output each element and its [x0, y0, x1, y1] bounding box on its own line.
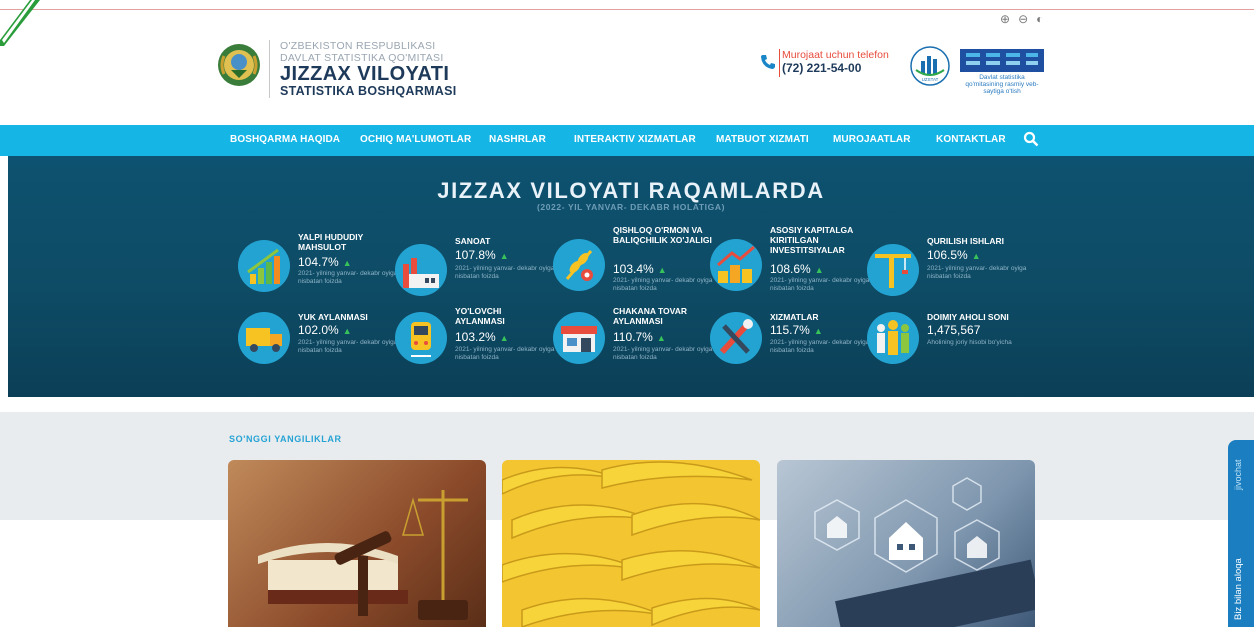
stat-value: 108.6% ▲	[770, 262, 824, 276]
stat-card[interactable]: YUK AYLANMASI 102.0% ▲ 2021- yilning yanv…	[238, 312, 398, 374]
stat-card[interactable]: YO'LOVCHI AYLANMASI 103.2% ▲ 2021- yilnin…	[395, 306, 555, 368]
stat-value: 102.0% ▲	[298, 323, 352, 337]
site-subtitle: STATISTIKA BOSHQARMASI	[280, 84, 457, 98]
stat-note: 2021- yilning yanvar- dekabr oyiga nisba…	[927, 265, 1027, 280]
phone-number[interactable]: (72) 221-54-00	[782, 61, 861, 75]
stat-note: 2021- yilning yanvar- dekabr oyiga nisba…	[455, 265, 555, 280]
zoom-in-icon[interactable]: ⊕	[1000, 12, 1010, 26]
site-header: O'ZBEKISTON RESPUBLIKASI DAVLAT STATISTI…	[216, 30, 1066, 120]
bananas-image	[502, 461, 760, 627]
stat-title: QISHLOQ O'RMON VA BALIQCHILIK XO'JALIGI	[613, 225, 712, 245]
jivochat-label[interactable]: jivochat	[1233, 459, 1243, 490]
news-card-bananas[interactable]	[502, 460, 760, 627]
tools-icon	[710, 312, 762, 364]
stat-title: SANOAT	[455, 236, 491, 246]
stat-value: 106.5% ▲	[927, 248, 981, 262]
stat-note: 2021- yilning yanvar- dekabr oyiga nisba…	[298, 339, 398, 354]
svg-text:UZSTAT: UZSTAT	[922, 77, 939, 82]
people-icon	[867, 312, 919, 364]
stats-title: JIZZAX VILOYATI RAQAMLARDA	[437, 178, 825, 203]
nav-item-interactive-services[interactable]: INTERAKTIV XIZMATLAR	[574, 134, 696, 145]
phone-icon	[761, 55, 775, 69]
phone-label: Murojaat uchun telefon	[782, 49, 889, 61]
nav-item-about[interactable]: BOSHQARMA HAQIDA	[230, 134, 340, 145]
stat-note: 2021- yilning yanvar- dekabr oyiga nisba…	[298, 270, 398, 285]
header-divider	[269, 40, 270, 98]
nav-item-contacts[interactable]: KONTAKTLAR	[936, 134, 1006, 145]
stat-title: ASOSIY KAPITALGA KIRITILGAN INVESTITSIYA…	[770, 225, 853, 255]
stat-title: YUK AYLANMASI	[298, 312, 368, 322]
stat-title: QURILISH ISHLARI	[927, 236, 1004, 246]
train-icon	[395, 312, 447, 364]
nav-item-publications[interactable]: NASHRLAR	[489, 134, 546, 145]
stat-card[interactable]: ASOSIY KAPITALGA KIRITILGAN INVESTITSIYA…	[710, 225, 870, 292]
nav-item-press[interactable]: MATBUOT XIZMATI	[716, 134, 809, 145]
stat-value: 104.7% ▲	[298, 255, 352, 269]
stat-value: 1,475,567	[927, 323, 981, 337]
truck-icon	[238, 312, 290, 364]
factory-icon	[395, 244, 447, 296]
stat-card[interactable]: YALPI HUDUDIY MAHSULOT 104.7% ▲ 2021- yil…	[238, 232, 398, 294]
stat-title: CHAKANA TOVAR AYLANMASI	[613, 306, 687, 326]
stats-banner: JIZZAX VILOYATI RAQAMLARDA (2022- YIL YA…	[8, 156, 1254, 397]
stat-value: 103.2% ▲	[455, 330, 509, 344]
stat-value: 115.7% ▲	[770, 323, 823, 337]
stat-value: 110.7% ▲	[613, 330, 666, 344]
shop-icon	[553, 312, 605, 364]
stat-title: XIZMATLAR	[770, 312, 819, 322]
stat-note: Aholining joriy hisobi bo'yicha	[927, 339, 1012, 346]
stat-value: 103.4% ▲	[613, 262, 667, 276]
stat-note: 2021- yilning yanvar- dekabr oyiga nisba…	[770, 277, 870, 292]
stat-title: YALPI HUDUDIY MAHSULOT	[298, 232, 364, 252]
nav-item-open-data[interactable]: OCHIQ MA'LUMOTLAR	[360, 134, 471, 145]
nav-item-appeals[interactable]: MUROJAATLAR	[833, 134, 911, 145]
stat-card[interactable]: XIZMATLAR 115.7% ▲ 2021- yilning yanvar- …	[710, 312, 870, 374]
stat-card[interactable]: CHAKANA TOVAR AYLANMASI 110.7% ▲ 2021- yi…	[553, 306, 713, 368]
state-emblem-icon[interactable]	[216, 42, 262, 88]
phone-divider	[779, 49, 780, 77]
top-divider	[0, 9, 1254, 10]
smart-home-image	[814, 477, 1035, 627]
stat-note: 2021- yilning yanvar- dekabr oyiga nisba…	[455, 346, 555, 361]
stat-card[interactable]: QISHLOQ O'RMON VA BALIQCHILIK XO'JALIGI …	[553, 225, 713, 292]
investment-chart-icon	[710, 239, 762, 291]
contrast-icon[interactable]: ◐	[1036, 12, 1043, 26]
accessibility-tools: ⊕ ⊖ ◐	[1000, 12, 1043, 26]
flag-corner-icon	[0, 0, 40, 46]
stat-card[interactable]: DOIMIY AHOLI SONI 1,475,567 Aholining jo…	[867, 312, 1027, 374]
feedback-widget[interactable]: jivochat Biz bilan aloqa	[1228, 440, 1254, 627]
stat-title: YO'LOVCHI AYLANMASI	[455, 306, 505, 326]
stat-title: DOIMIY AHOLI SONI	[927, 312, 1009, 322]
page: ⊕ ⊖ ◐ O'ZBEKISTON RESPUBLIKASI DAVLAT ST…	[0, 0, 1254, 627]
news-card-smart-home[interactable]	[777, 460, 1035, 627]
official-site-caption[interactable]: Davlat statistika qo'mitasining rasmiy v…	[960, 74, 1044, 95]
stat-card[interactable]: SANOAT 107.8% ▲ 2021- yilning yanvar- dek…	[395, 236, 555, 298]
main-nav: BOSHQARMA HAQIDA OCHIQ MA'LUMOTLAR NASHR…	[0, 125, 1254, 156]
stat-note: 2021- yilning yanvar- dekabr oyiga nisba…	[613, 277, 713, 292]
org-name: O'ZBEKISTON RESPUBLIKASI DAVLAT STATISTI…	[280, 40, 444, 64]
stat-note: 2021- yilning yanvar- dekabr oyiga nisba…	[770, 339, 870, 354]
site-title[interactable]: JIZZAX VILOYATI	[280, 63, 449, 86]
wheat-gear-icon	[553, 239, 605, 291]
law-books-image	[258, 490, 468, 620]
stat-note: 2021- yilning yanvar- dekabr oyiga nisba…	[613, 346, 713, 361]
search-icon[interactable]	[1023, 131, 1039, 147]
stats-subtitle: (2022- YIL YANVAR- DEKABR HOLATIGA)	[536, 202, 726, 212]
feedback-label[interactable]: Biz bilan aloqa	[1233, 558, 1244, 620]
zoom-out-icon[interactable]: ⊖	[1018, 12, 1028, 26]
crane-icon	[867, 244, 919, 296]
news-card-law[interactable]	[228, 460, 486, 627]
chart-bars-icon	[238, 240, 290, 292]
stat-value: 107.8% ▲	[455, 248, 509, 262]
org-line-1: O'ZBEKISTON RESPUBLIKASI	[280, 40, 436, 52]
stat-card[interactable]: QURILISH ISHLARI 106.5% ▲ 2021- yilning y…	[867, 236, 1027, 298]
news-heading: SO'NGGI YANGILIKLAR	[229, 434, 342, 444]
uzstat-logo-icon[interactable]: UZSTAT	[910, 46, 950, 86]
official-site-thumbnail[interactable]	[960, 44, 1044, 72]
